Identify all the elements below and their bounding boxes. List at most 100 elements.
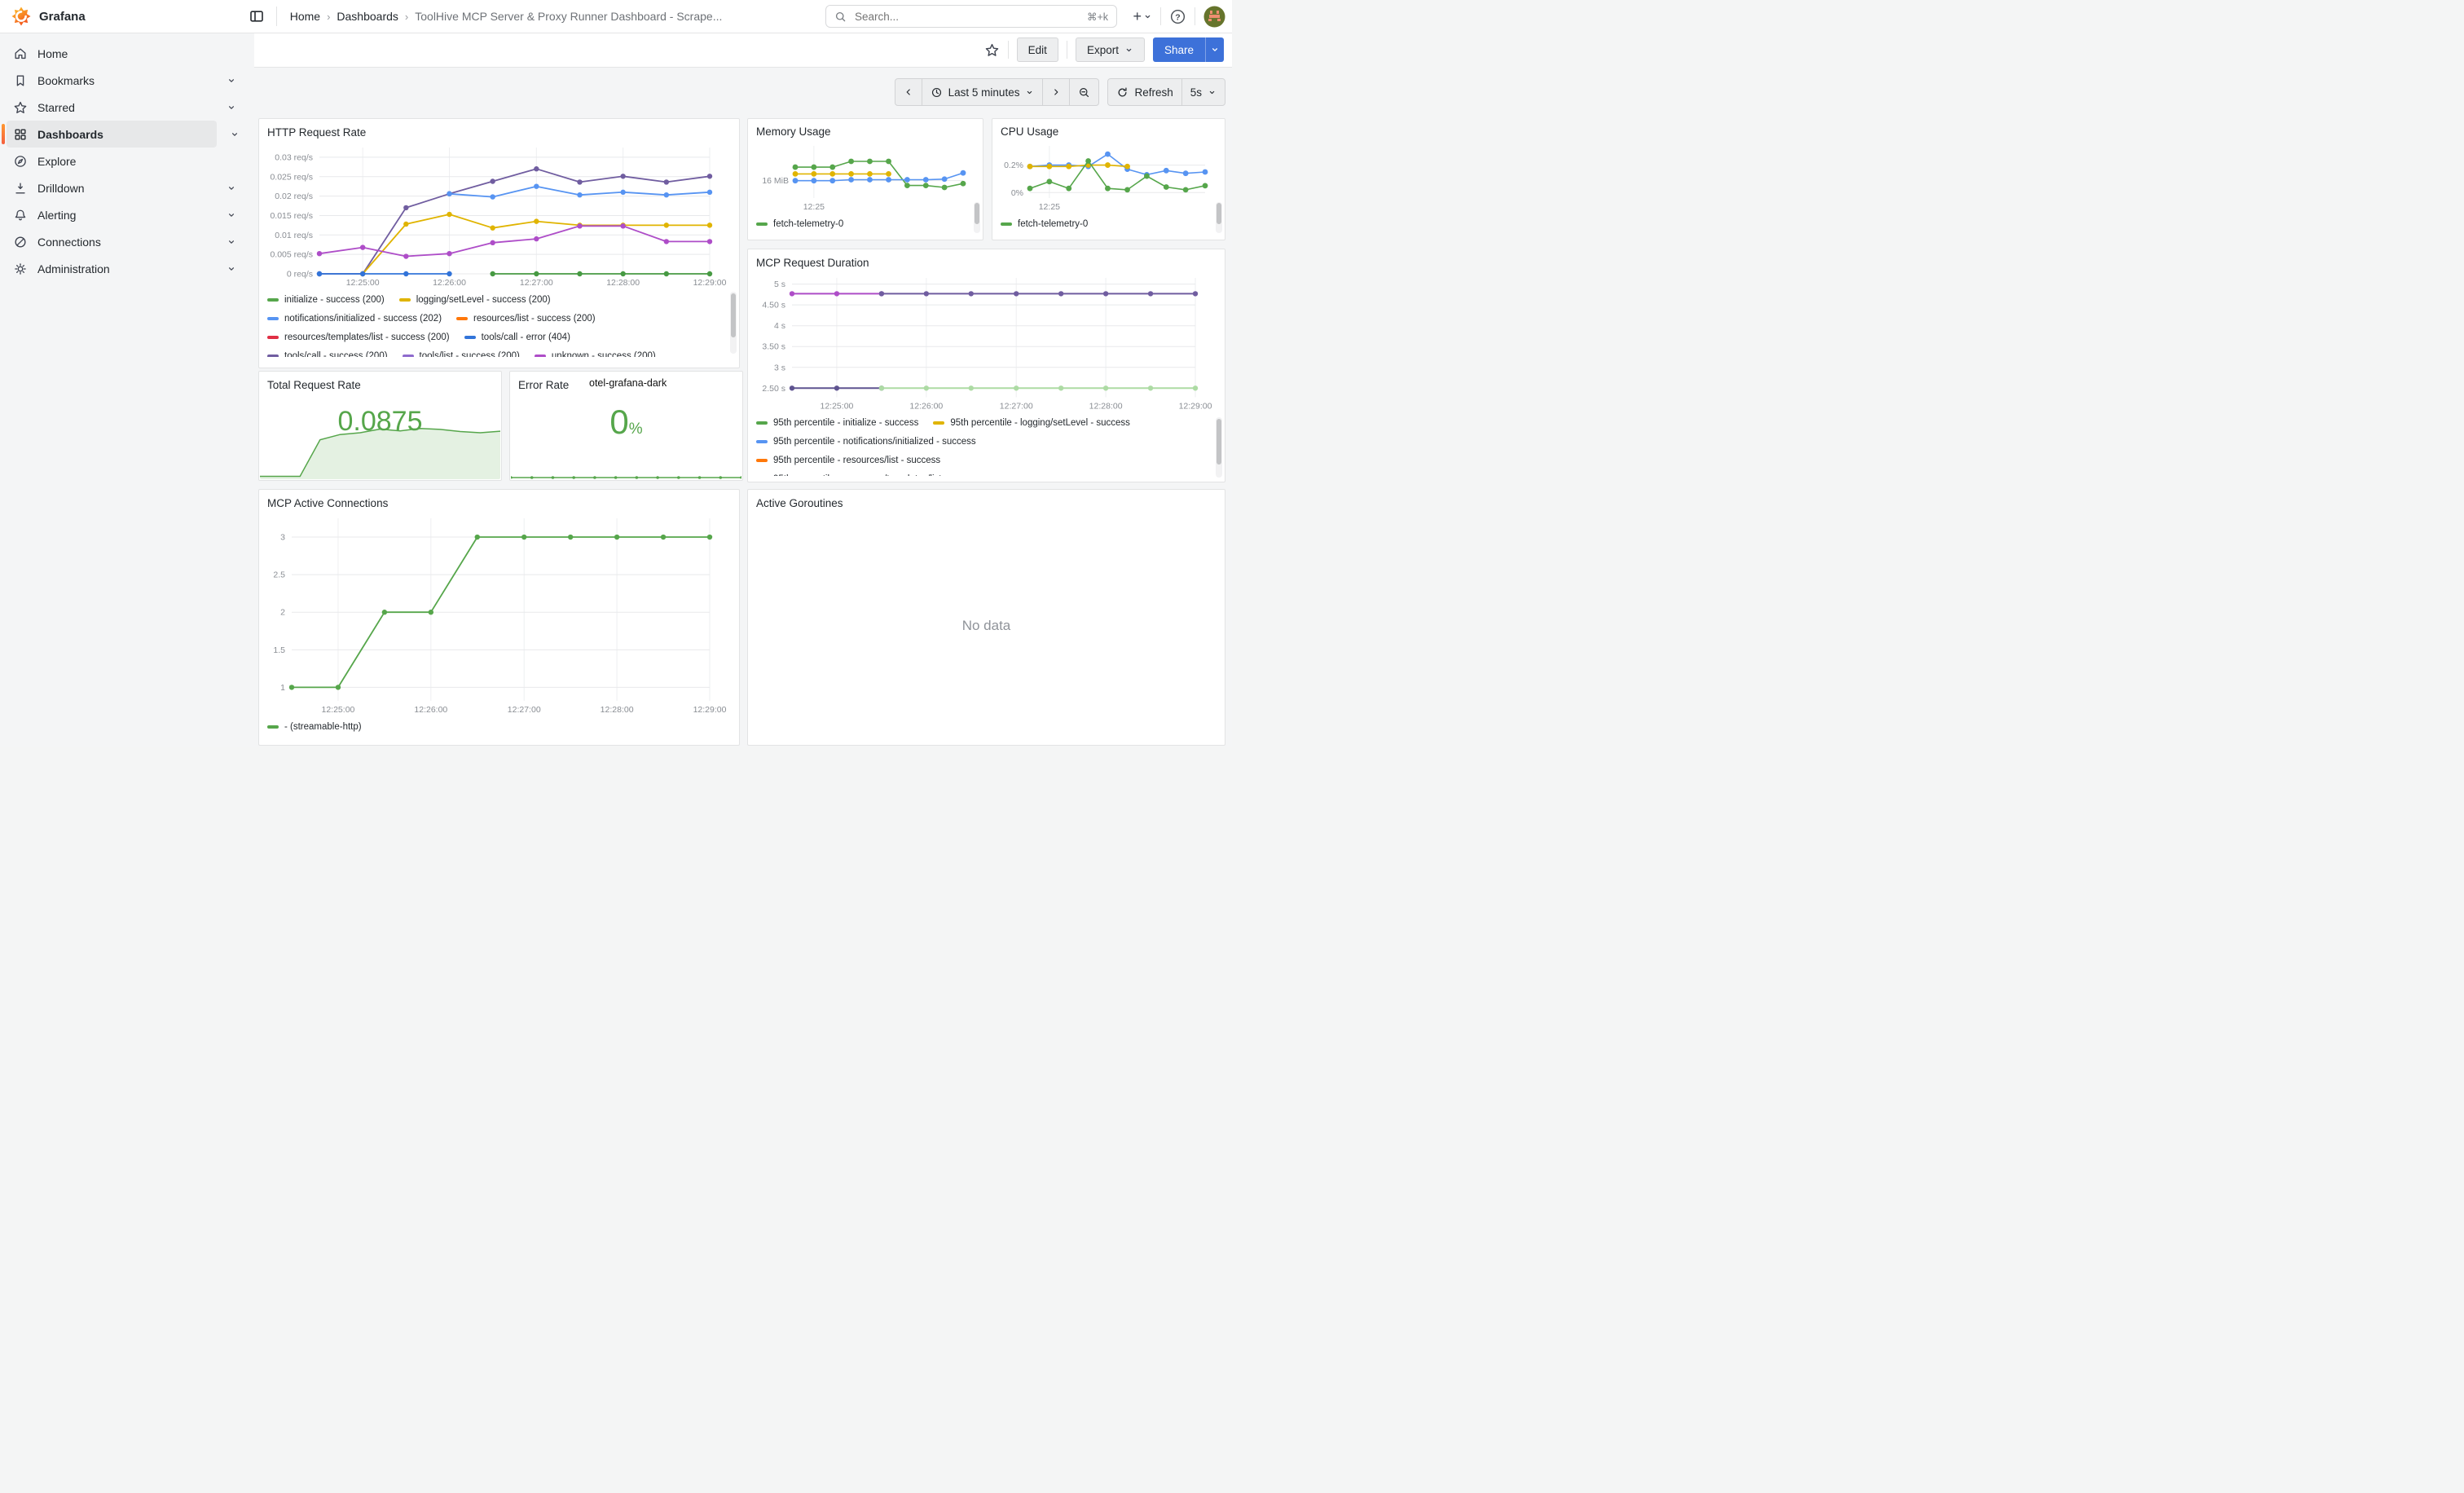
nav-actions: + ? bbox=[1133, 0, 1225, 33]
time-shift-forward-button[interactable] bbox=[1042, 79, 1069, 105]
scrollbar-thumb[interactable] bbox=[731, 293, 736, 337]
svg-text:12:29:00: 12:29:00 bbox=[1179, 402, 1212, 412]
chevron-left-icon bbox=[904, 87, 913, 97]
legend-item[interactable]: tools/call - error (404) bbox=[464, 333, 570, 342]
panel-title[interactable]: MCP Active Connections bbox=[267, 495, 731, 512]
mcp-active-connections-chart: 32.521.5112:25:0012:26:0012:27:0012:28:0… bbox=[267, 512, 731, 717]
grafana-logo bbox=[11, 7, 31, 26]
legend-label: fetch-telemetry-0 bbox=[1018, 219, 1088, 229]
chevron-down-icon[interactable] bbox=[230, 129, 240, 143]
sidebar-item-connections[interactable]: Connections bbox=[7, 228, 251, 255]
edit-button[interactable]: Edit bbox=[1017, 37, 1058, 62]
legend-item[interactable]: notifications/initialized - success (202… bbox=[267, 314, 442, 324]
star-dashboard-button[interactable] bbox=[984, 42, 1000, 58]
sidebar-item-starred[interactable]: Starred bbox=[7, 94, 251, 121]
avatar[interactable] bbox=[1203, 6, 1225, 28]
chevron-down-icon bbox=[1143, 12, 1152, 21]
dashboards-icon bbox=[7, 127, 34, 142]
legend-item[interactable]: fetch-telemetry-0 bbox=[1001, 219, 1088, 229]
divider bbox=[1160, 7, 1161, 25]
legend-item[interactable]: unknown - success (200) bbox=[535, 351, 656, 358]
chevron-down-icon[interactable] bbox=[227, 210, 236, 220]
legend-swatch bbox=[756, 421, 768, 425]
legend-label: tools/call - success (200) bbox=[284, 351, 388, 358]
sidebar-item-bookmarks[interactable]: Bookmarks bbox=[7, 67, 251, 94]
panel-title[interactable]: Memory Usage bbox=[756, 125, 975, 139]
refresh-group: Refresh 5s bbox=[1107, 78, 1225, 106]
chevron-down-icon[interactable] bbox=[227, 76, 236, 86]
refresh-icon bbox=[1116, 86, 1129, 99]
drilldown-icon bbox=[7, 181, 34, 196]
svg-text:0.015 req/s: 0.015 req/s bbox=[270, 211, 313, 221]
refresh-interval-picker[interactable]: 5s bbox=[1181, 79, 1225, 105]
panel-cpu-usage: CPU Usage 0.2%0%12:25 fetch-telemetry-0 bbox=[992, 118, 1225, 240]
legend-item[interactable]: logging/setLevel - success (200) bbox=[399, 295, 551, 305]
chevron-down-icon[interactable] bbox=[227, 264, 236, 274]
chevron-down-icon[interactable] bbox=[227, 103, 236, 112]
help-button[interactable]: ? bbox=[1169, 8, 1186, 25]
panel-memory-usage: Memory Usage 16 MiB12:25 fetch-telemetry… bbox=[747, 118, 983, 240]
grafana-app: Home Bookmarks Starred Dashboards Explor… bbox=[0, 0, 1232, 746]
breadcrumb-home[interactable]: Home bbox=[290, 10, 320, 23]
breadcrumb-dashboards[interactable]: Dashboards bbox=[337, 10, 398, 23]
dashboard-toolbar: Edit Export Share bbox=[254, 33, 1232, 68]
legend-item[interactable]: resources/list - success (200) bbox=[456, 314, 596, 324]
legend-item[interactable]: 95th percentile - notifications/initiali… bbox=[756, 437, 976, 447]
panel-active-goroutines: Active Goroutines No data bbox=[747, 489, 1225, 746]
sidebar-item-explore[interactable]: Explore bbox=[7, 148, 251, 174]
search-input[interactable]: ⌘+k bbox=[825, 5, 1117, 28]
add-button[interactable]: + bbox=[1133, 8, 1152, 25]
legend-label: tools/call - error (404) bbox=[482, 333, 570, 342]
sidebar-item-dashboards[interactable]: Dashboards bbox=[7, 121, 217, 148]
legend-item[interactable]: tools/call - success (200) bbox=[267, 351, 388, 358]
sidebar-toggle-icon[interactable] bbox=[249, 8, 265, 24]
zoom-out-button[interactable] bbox=[1069, 79, 1098, 105]
sidebar-item-drilldown[interactable]: Drilldown bbox=[7, 174, 251, 201]
legend-item[interactable]: resources/templates/list - success (200) bbox=[267, 333, 450, 342]
panel-title[interactable]: HTTP Request Rate bbox=[267, 125, 731, 141]
scrollbar-thumb[interactable] bbox=[1217, 419, 1221, 465]
legend-item[interactable]: tools/list - success (200) bbox=[403, 351, 520, 358]
legend-item[interactable]: - (streamable-http) bbox=[267, 722, 362, 732]
chevron-down-icon[interactable] bbox=[227, 183, 236, 193]
panel-title[interactable]: Active Goroutines bbox=[756, 495, 1217, 512]
panel-title[interactable]: Total Request Rate bbox=[267, 377, 493, 394]
legend-item[interactable]: initialize - success (200) bbox=[267, 295, 385, 305]
svg-text:0%: 0% bbox=[1011, 188, 1023, 198]
scrollbar-thumb[interactable] bbox=[1217, 203, 1221, 224]
refresh-button[interactable]: Refresh bbox=[1108, 79, 1181, 105]
sidebar-item-home[interactable]: Home bbox=[7, 40, 251, 67]
chevron-down-icon[interactable] bbox=[227, 237, 236, 247]
panel-http-request-rate: HTTP Request Rate 0 req/s0.005 req/s0.01… bbox=[258, 118, 740, 368]
legend-swatch bbox=[403, 355, 414, 358]
legend-item[interactable]: 95th percentile - resources/templates/li… bbox=[756, 474, 983, 476]
legend-swatch bbox=[756, 459, 768, 462]
legend-item[interactable]: 95th percentile - logging/setLevel - suc… bbox=[933, 418, 1130, 428]
chevron-down-icon bbox=[1025, 88, 1034, 97]
search-field[interactable] bbox=[853, 10, 1087, 24]
legend-scrollbar bbox=[974, 202, 980, 233]
sidebar-item-alerting[interactable]: Alerting bbox=[7, 201, 251, 228]
panel-title[interactable]: MCP Request Duration bbox=[756, 255, 1217, 271]
legend-label: logging/setLevel - success (200) bbox=[416, 295, 551, 305]
share-button[interactable]: Share bbox=[1153, 37, 1224, 62]
sidebar-item-administration[interactable]: Administration bbox=[7, 255, 251, 282]
bookmark-icon bbox=[7, 73, 34, 88]
time-shift-back-button[interactable] bbox=[895, 79, 922, 105]
star-icon bbox=[984, 42, 1000, 58]
duration-legend: 95th percentile - initialize - success 95… bbox=[756, 414, 1217, 476]
legend-item[interactable]: 95th percentile - initialize - success bbox=[756, 418, 918, 428]
clock-icon bbox=[931, 86, 943, 99]
cpu-legend: fetch-telemetry-0 bbox=[1001, 214, 1217, 234]
legend-label: resources/list - success (200) bbox=[473, 314, 596, 324]
time-range-picker[interactable]: Last 5 minutes bbox=[922, 79, 1043, 105]
panel-title[interactable]: CPU Usage bbox=[1001, 125, 1217, 139]
breadcrumb: Home › Dashboards › ToolHive MCP Server … bbox=[290, 10, 723, 23]
svg-text:0.005 req/s: 0.005 req/s bbox=[270, 250, 313, 260]
share-menu-button[interactable] bbox=[1205, 37, 1224, 62]
legend-item[interactable]: fetch-telemetry-0 bbox=[756, 219, 843, 229]
breadcrumb-separator: › bbox=[327, 11, 330, 23]
export-button[interactable]: Export bbox=[1076, 37, 1145, 62]
legend-item[interactable]: 95th percentile - resources/list - succe… bbox=[756, 456, 940, 465]
scrollbar-thumb[interactable] bbox=[975, 203, 979, 224]
